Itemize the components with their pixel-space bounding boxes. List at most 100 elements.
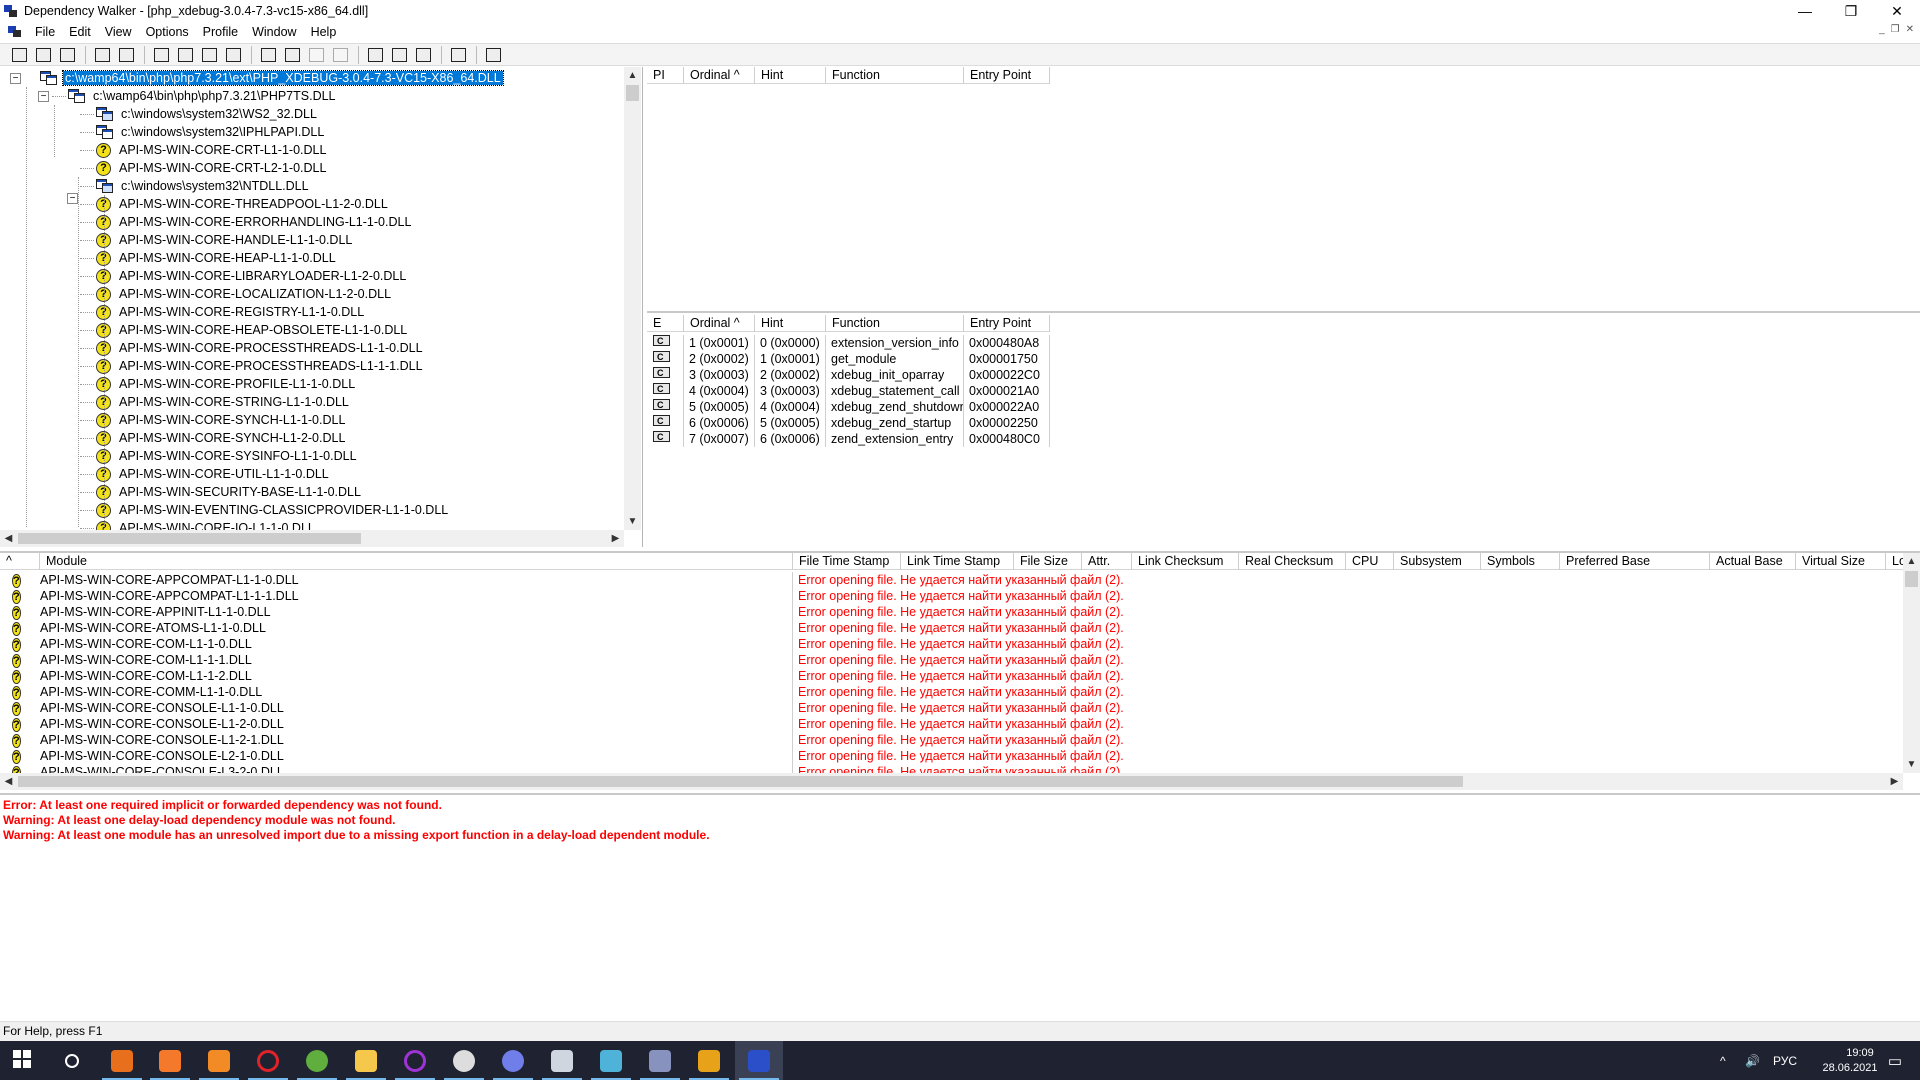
find-prev-icon[interactable] — [364, 45, 386, 65]
column-entry-point[interactable]: Entry Point — [964, 315, 1050, 332]
module-dependency-tree[interactable]: c:\wamp64\bin\php\php7.3.21\ext\PHP_XDEB… — [0, 67, 643, 547]
mdi-close-button[interactable]: ✕ — [1906, 24, 1914, 35]
column-subsystem[interactable]: Subsystem — [1394, 553, 1481, 570]
column-cpu[interactable]: CPU — [1346, 553, 1394, 570]
column-link-checksum[interactable]: Link Checksum — [1132, 553, 1239, 570]
tree-item[interactable]: ? API-MS-WIN-CORE-SYNCH-L1-2-0.DLL — [96, 429, 347, 447]
column-function[interactable]: Function — [826, 67, 964, 84]
notepad-icon[interactable] — [587, 1041, 635, 1080]
module-row[interactable]: ? API-MS-WIN-CORE-ATOMS-L1-1-0.DLL Error o… — [0, 620, 1293, 636]
tree-item[interactable]: ? API-MS-WIN-CORE-SYSINFO-L1-1-0.DLL — [96, 447, 359, 465]
steam-icon[interactable] — [538, 1041, 586, 1080]
restore-button[interactable]: ❐ — [1828, 0, 1874, 22]
discord-icon[interactable] — [489, 1041, 537, 1080]
tree-item[interactable]: ? API-MS-WIN-CORE-SYNCH-L1-1-0.DLL — [96, 411, 347, 429]
tree-item[interactable]: ? API-MS-WIN-CORE-REGISTRY-L1-1-0.DLL — [96, 303, 366, 321]
menu-file[interactable]: File — [28, 25, 62, 39]
undecorate-icon[interactable] — [198, 45, 220, 65]
module-row[interactable]: ? API-MS-WIN-CORE-COMM-L1-1-0.DLL Error op… — [0, 684, 1293, 700]
dependency-walker-icon[interactable] — [735, 1041, 783, 1080]
tree-item[interactable]: ? API-MS-WIN-CORE-STRING-L1-1-0.DLL — [96, 393, 351, 411]
module-row[interactable]: ? API-MS-WIN-CORE-CONSOLE-L2-1-0.DLL Error… — [0, 748, 1293, 764]
tree-item[interactable]: ? API-MS-WIN-EVENTING-CLASSICPROVIDER-L1-… — [96, 501, 450, 519]
auto-expand-icon[interactable] — [222, 45, 244, 65]
language-indicator[interactable]: РУС — [1773, 1041, 1797, 1080]
tree-item[interactable]: ? API-MS-WIN-CORE-HANDLE-L1-1-0.DLL — [96, 231, 354, 249]
tree-item[interactable]: ? API-MS-WIN-CORE-ERRORHANDLING-L1-1-0.DL… — [96, 213, 413, 231]
tree-item[interactable]: ? API-MS-WIN-CORE-LIBRARYLOADER-L1-2-0.DL… — [96, 267, 408, 285]
expand-icon[interactable] — [115, 45, 137, 65]
menu-view[interactable]: View — [98, 25, 139, 39]
tree-item[interactable]: c:\windows\system32\WS2_32.DLL — [96, 105, 319, 123]
tree-item[interactable]: ? API-MS-WIN-CORE-PROCESSTHREADS-L1-1-0.D… — [96, 339, 425, 357]
find-next-icon[interactable] — [329, 45, 351, 65]
parent-imports-scrollbar[interactable] — [1903, 67, 1920, 311]
scroll-left-arrow-icon[interactable]: ◀ — [0, 530, 17, 547]
column-file-size[interactable]: File Size — [1014, 553, 1082, 570]
close-button[interactable]: ✕ — [1874, 0, 1920, 22]
module-row[interactable]: ? API-MS-WIN-CORE-APPCOMPAT-L1-1-1.DLL Err… — [0, 588, 1293, 604]
tree-item[interactable]: ? API-MS-WIN-CORE-CRT-L1-1-0.DLL — [96, 141, 328, 159]
tree-vertical-scrollbar[interactable]: ▲ ▼ — [624, 67, 641, 530]
scroll-thumb[interactable] — [626, 85, 639, 101]
scroll-down-arrow-icon[interactable]: ▼ — [1903, 756, 1920, 773]
scroll-down-arrow-icon[interactable]: ▼ — [624, 513, 641, 530]
firefox-dev-icon[interactable] — [98, 1041, 146, 1080]
clock[interactable]: 19:09 28.06.2021 — [1810, 1041, 1890, 1080]
export-row[interactable]: 7 (0x0007)6 (0x0006)zend_extension_entry… — [647, 431, 1050, 447]
find-icon[interactable] — [91, 45, 113, 65]
scroll-thumb[interactable] — [18, 533, 361, 544]
scroll-up-arrow-icon[interactable]: ▲ — [1903, 553, 1920, 570]
module-row[interactable]: ? API-MS-WIN-CORE-COM-L1-1-1.DLL Error ope… — [0, 652, 1293, 668]
open-icon[interactable] — [8, 45, 30, 65]
export-row[interactable]: 3 (0x0003)2 (0x0002)xdebug_init_oparray0… — [647, 367, 1050, 383]
column-real-checksum[interactable]: Real Checksum — [1239, 553, 1346, 570]
module-list-horizontal-scrollbar[interactable]: ◀ ▶ — [0, 773, 1903, 790]
menu-profile[interactable]: Profile — [196, 25, 245, 39]
column-e[interactable]: E — [647, 315, 684, 332]
column-attr[interactable]: Attr. — [1082, 553, 1132, 570]
menu-window[interactable]: Window — [245, 25, 303, 39]
tile-vertical-icon[interactable] — [447, 45, 469, 65]
tree-item[interactable]: ? API-MS-WIN-CORE-UTIL-L1-1-0.DLL — [96, 465, 331, 483]
column-ordinal[interactable]: Ordinal ^ — [684, 67, 755, 84]
export-row[interactable]: 4 (0x0004)3 (0x0003)xdebug_statement_cal… — [647, 383, 1050, 399]
document-icon[interactable] — [8, 26, 22, 38]
column-link-time-stamp[interactable]: Link Time Stamp — [901, 553, 1014, 570]
cascade-icon[interactable] — [388, 45, 410, 65]
column-hint[interactable]: Hint — [755, 67, 826, 84]
tree-item[interactable]: c:\wamp64\bin\php\php7.3.21\PHP7TS.DLL — [68, 87, 338, 105]
file-explorer-icon[interactable] — [342, 1041, 390, 1080]
full-paths-icon[interactable] — [174, 45, 196, 65]
external-viewer-icon[interactable] — [305, 45, 327, 65]
tree-item[interactable]: c:\windows\system32\NTDLL.DLL — [96, 177, 311, 195]
module-row[interactable]: ? API-MS-WIN-CORE-CONSOLE-L1-2-1.DLL Error… — [0, 732, 1293, 748]
export-row[interactable]: 2 (0x0002)1 (0x0001)get_module0x00001750 — [647, 351, 1050, 367]
tree-item[interactable]: ? API-MS-WIN-CORE-HEAP-L1-1-0.DLL — [96, 249, 338, 267]
column-file-time-stamp[interactable]: File Time Stamp — [793, 553, 901, 570]
menu-edit[interactable]: Edit — [62, 25, 98, 39]
column-pi[interactable]: PI — [647, 67, 684, 84]
wamp-icon[interactable] — [685, 1041, 733, 1080]
mdi-restore-button[interactable]: ❐ — [1891, 24, 1900, 35]
tree-item[interactable]: ? API-MS-WIN-CORE-CRT-L2-1-0.DLL — [96, 159, 328, 177]
collapse-toggle-icon[interactable]: − — [10, 73, 21, 84]
scroll-thumb[interactable] — [18, 776, 1463, 787]
tree-item[interactable]: ? API-MS-WIN-CORE-PROFILE-L1-1-0.DLL — [96, 375, 357, 393]
module-list[interactable]: ^ Module File Time Stamp Link Time Stamp Fil… — [0, 551, 1920, 791]
tray-chevron-icon[interactable]: ^ — [1720, 1041, 1726, 1080]
menu-options[interactable]: Options — [139, 25, 196, 39]
tree-horizontal-scrollbar[interactable]: ◀ ▶ — [0, 530, 624, 547]
tile-horizontal-icon[interactable] — [412, 45, 434, 65]
tree-item[interactable]: ? API-MS-WIN-CORE-LOCALIZATION-L1-2-0.DLL — [96, 285, 393, 303]
column-preferred-base[interactable]: Preferred Base — [1560, 553, 1710, 570]
column-hint[interactable]: Hint — [755, 315, 826, 332]
obs-icon[interactable] — [440, 1041, 488, 1080]
export-row[interactable]: 5 (0x0005)4 (0x0004)xdebug_zend_shutdown… — [647, 399, 1050, 415]
export-row[interactable]: 1 (0x0001)0 (0x0000)extension_version_in… — [647, 335, 1050, 351]
column-ordinal[interactable]: Ordinal ^ — [684, 315, 755, 332]
minimize-button[interactable]: — — [1782, 0, 1828, 22]
module-list-vertical-scrollbar[interactable]: ▲ ▼ — [1903, 553, 1920, 773]
properties-icon[interactable] — [257, 45, 279, 65]
c-plus-plus-icon[interactable] — [150, 45, 172, 65]
